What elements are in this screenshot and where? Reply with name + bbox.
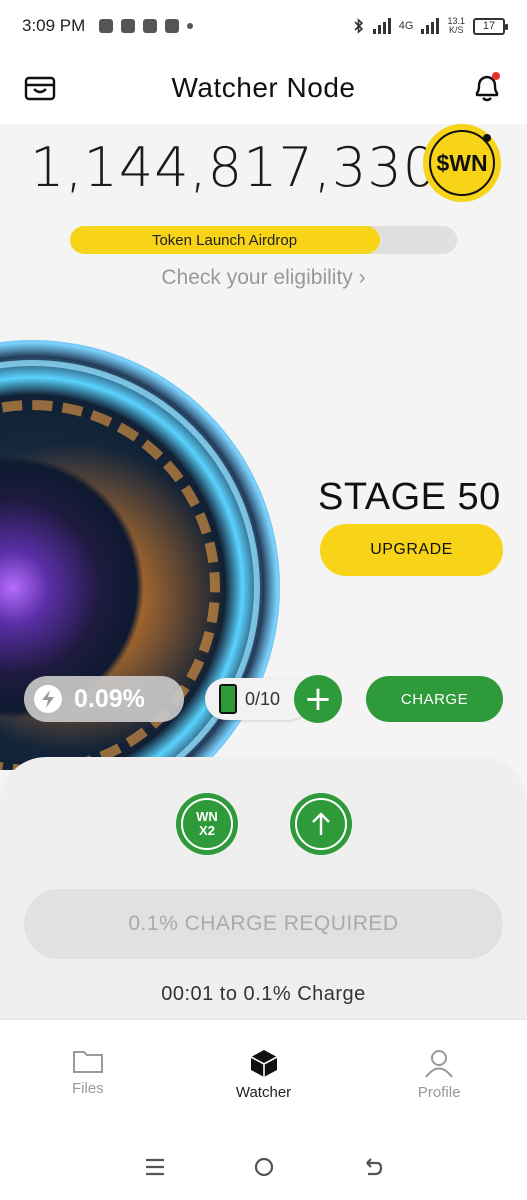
status-time: 3:09 PM [22, 16, 86, 35]
back-icon[interactable] [361, 1155, 385, 1179]
nav-item-profile[interactable]: Profile [351, 1020, 527, 1133]
battery-level: 17 [482, 20, 496, 32]
notification-dot [492, 72, 500, 80]
network-speed-unit: K/S [448, 25, 464, 35]
wn-x2-boost-button[interactable]: WN X2 [176, 793, 238, 855]
wn-token-icon: $WN [423, 124, 501, 202]
recent-apps-icon[interactable] [143, 1155, 167, 1179]
network-speed: 13.1 K/S [447, 17, 465, 35]
charge-required-button[interactable]: 0.1% CHARGE REQUIRED [24, 889, 503, 959]
bell-icon[interactable] [471, 70, 503, 104]
folder-icon [72, 1051, 103, 1073]
cube-icon [250, 1050, 277, 1077]
page-title: Watcher Node [171, 72, 356, 103]
signal-bars-2-icon [421, 18, 440, 34]
charge-timer: 00:01 to 0.1% Charge [161, 983, 366, 1005]
nav-label-profile: Profile [417, 1084, 461, 1101]
battery-count: 0/10 [245, 688, 281, 709]
wn-x2-icon: WN X2 [181, 798, 233, 850]
airdrop-label: Token Launch Airdrop [151, 231, 298, 249]
nav-label-watcher: Watcher [235, 1084, 292, 1101]
home-icon[interactable] [252, 1155, 276, 1179]
bolt-icon [34, 685, 62, 713]
charge-button[interactable]: CHARGE [366, 676, 503, 722]
status-bar: 3:09 PM 4G 13.1 K/S 17 [0, 0, 527, 52]
nav-item-files[interactable]: Files [0, 1020, 176, 1133]
eligibility-link[interactable]: Check your eligibility › [0, 266, 527, 290]
nav-item-watcher[interactable]: Watcher [176, 1020, 352, 1133]
bluetooth-icon [354, 18, 363, 34]
network-type: 4G [398, 20, 414, 32]
upgrade-button[interactable]: UPGRADE [320, 524, 503, 576]
app-header: Watcher Node [0, 52, 527, 124]
mail-notification-icon [165, 19, 180, 33]
add-battery-button[interactable]: + [294, 675, 342, 723]
upload-button[interactable] [290, 793, 352, 855]
signal-bars-icon [372, 18, 391, 34]
news-notification-icon [121, 19, 136, 33]
fire-notification-icon [99, 19, 114, 33]
wallet-icon[interactable] [24, 74, 56, 102]
bottom-nav: Files Watcher Profile [0, 1019, 527, 1133]
battery-icon: 17 [473, 17, 508, 35]
more-notifications-icon [187, 23, 194, 29]
charge-percent: 0.09% [74, 684, 145, 713]
green-battery-icon [219, 684, 237, 714]
boost-line-2: X2 [199, 823, 215, 838]
token-balance: 1,144,817,330 [30, 136, 439, 199]
status-indicators: 4G 13.1 K/S 17 [353, 17, 508, 35]
token-symbol: $WN [436, 149, 488, 176]
chat-notification-icon [143, 19, 158, 33]
system-nav-bar [0, 1133, 527, 1200]
nav-label-files: Files [72, 1080, 104, 1097]
action-card [0, 757, 527, 1019]
notification-icons [99, 19, 194, 33]
stage-label: STAGE 50 [318, 476, 501, 518]
arrow-up-icon [295, 798, 347, 850]
charge-percent-pill: 0.09% [24, 676, 184, 722]
boost-line-1: WN [196, 809, 218, 824]
person-icon [425, 1050, 453, 1078]
